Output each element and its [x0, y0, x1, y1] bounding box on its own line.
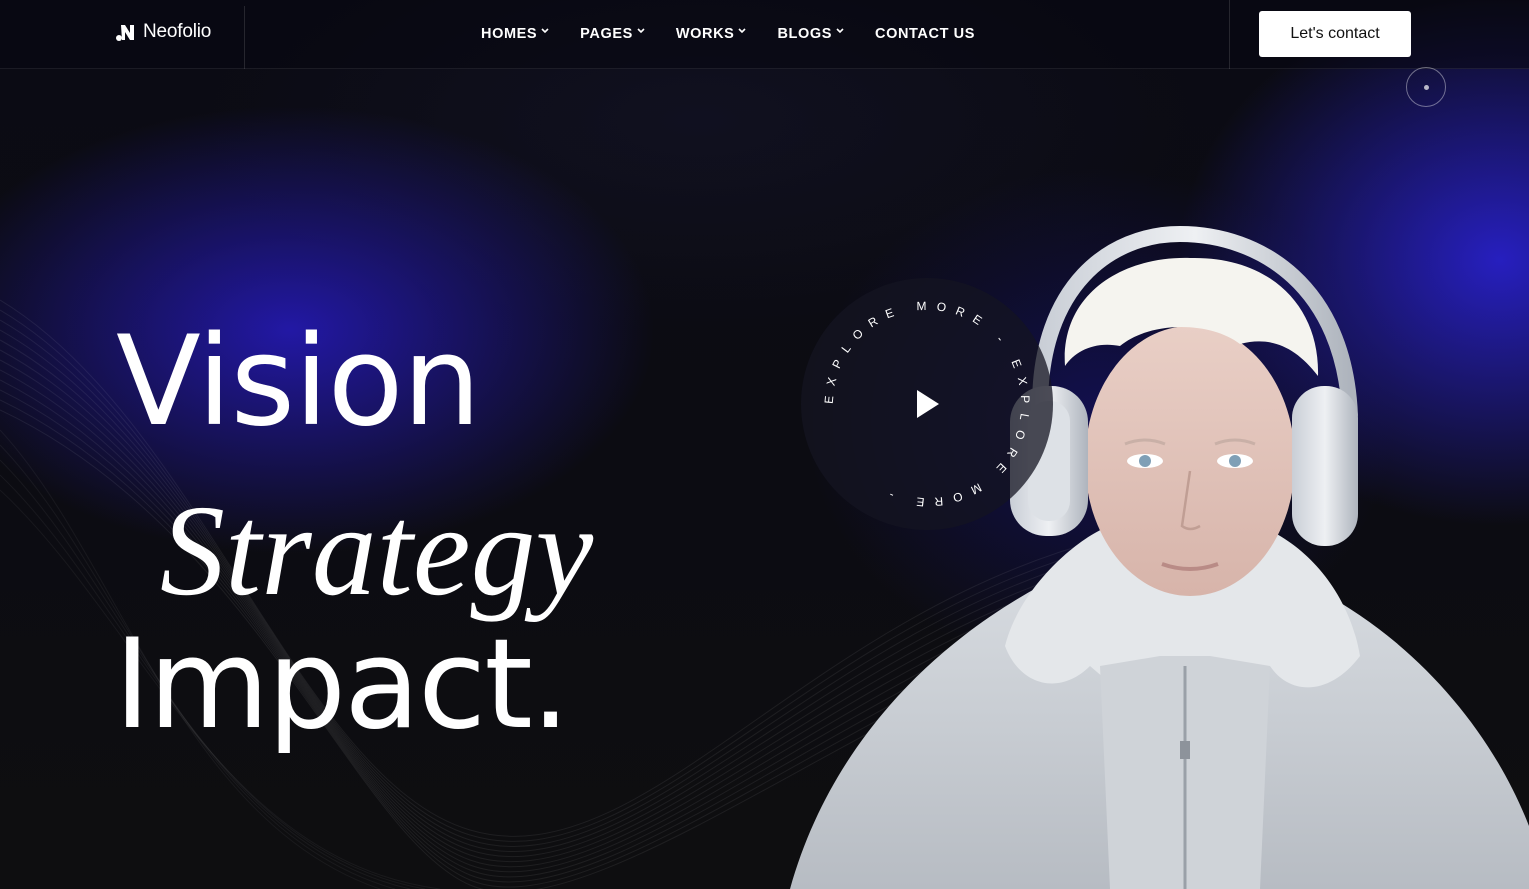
lets-contact-button[interactable]: Let's contact — [1259, 11, 1411, 57]
brand-name: Neofolio — [143, 21, 212, 42]
cursor-dot — [1424, 85, 1429, 90]
chevron-down-icon — [836, 28, 844, 34]
brand-logo[interactable]: Neofolio — [115, 21, 211, 43]
nav-item-label: HOMES — [481, 26, 538, 42]
chevron-down-icon — [738, 28, 747, 34]
chevron-down-icon — [541, 28, 549, 34]
header-divider — [1229, 0, 1230, 69]
play-icon — [917, 390, 939, 418]
nav-item-blogs[interactable]: BLOGS — [777, 26, 844, 42]
chevron-down-icon — [637, 28, 645, 34]
nav-item-pages[interactable]: PAGES — [580, 26, 645, 42]
explore-more-button[interactable]: EXPLORE MORE - EXPLORE MORE - — [801, 278, 1053, 530]
nav-item-label: CONTACT US — [875, 26, 976, 42]
explore-more-ring: EXPLORE MORE - EXPLORE MORE - — [822, 299, 1023, 509]
nav-item-label: BLOGS — [777, 26, 833, 42]
headline-line-impact: Impact. — [114, 613, 570, 757]
headline-line-vision: Vision — [116, 310, 481, 454]
site-header: Neofolio HOMES PAGES WORKS BLOGS CONTACT… — [0, 0, 1529, 69]
nav-item-homes[interactable]: HOMES — [481, 26, 549, 42]
nav-item-label: WORKS — [675, 26, 735, 42]
logo-icon — [116, 25, 134, 41]
nav-item-works[interactable]: WORKS — [676, 26, 747, 42]
cursor-follower-icon — [1406, 67, 1446, 107]
nav-item-label: PAGES — [580, 26, 633, 42]
header-divider — [244, 6, 245, 69]
headline-line-strategy: Strategy — [160, 479, 594, 623]
main-nav: HOMES PAGES WORKS BLOGS CONTACT US — [481, 26, 975, 42]
nav-item-contact-us[interactable]: CONTACT US — [875, 26, 975, 42]
